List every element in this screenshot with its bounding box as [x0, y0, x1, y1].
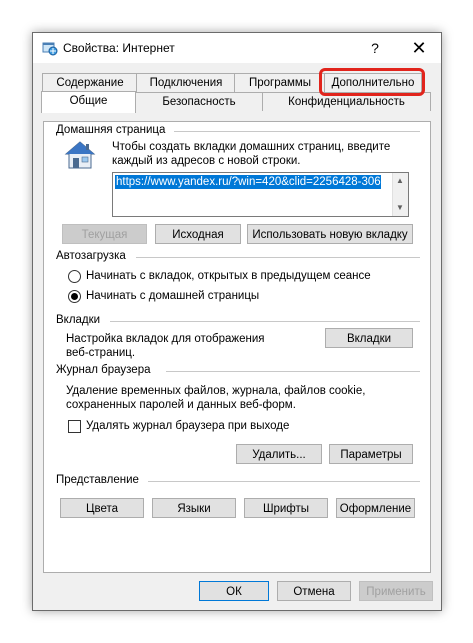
- history-description-line-2: сохраненных паролей и данных веб-форм.: [66, 399, 296, 411]
- appearance-group-title: Представление: [56, 474, 139, 486]
- tab-general[interactable]: Общие: [41, 91, 136, 113]
- homepage-url-text: https://www.yandex.ru/?win=420&clid=2256…: [115, 175, 381, 189]
- history-description-line-1: Удаление временных файлов, журнала, файл…: [66, 385, 366, 397]
- divider: [136, 257, 420, 258]
- languages-button[interactable]: Языки: [152, 498, 236, 518]
- title-bar[interactable]: Свойства: Интернет ? ✕: [33, 33, 441, 63]
- colors-button[interactable]: Цвета: [60, 498, 144, 518]
- accessibility-button[interactable]: Оформление: [336, 498, 415, 518]
- tab-connections[interactable]: Подключения: [136, 73, 236, 92]
- history-settings-button[interactable]: Параметры: [329, 444, 413, 464]
- homepage-group-title: Домашняя страница: [56, 124, 166, 136]
- textarea-scrollbar[interactable]: ▲ ▼: [392, 173, 408, 216]
- cancel-button[interactable]: Отмена: [277, 581, 351, 601]
- divider: [148, 481, 420, 482]
- tabs-description-line-1: Настройка вкладок для отображения: [66, 333, 265, 345]
- advanced-tab-highlight: [319, 68, 425, 96]
- general-tab-panel: Домашняя страница Чтобы создать вкладки …: [43, 121, 431, 573]
- tab-content[interactable]: Содержание: [42, 73, 138, 92]
- window-title: Свойства: Интернет: [63, 41, 175, 55]
- help-button[interactable]: ?: [355, 33, 395, 63]
- home-icon: [64, 141, 96, 169]
- startup-homepage-radio[interactable]: [68, 290, 81, 303]
- homepage-description-line-2: каждый из адресов с новой строки.: [112, 155, 301, 167]
- startup-homepage-label[interactable]: Начинать с домашней страницы: [86, 289, 259, 303]
- tab-security[interactable]: Безопасность: [134, 92, 264, 111]
- startup-group-title: Автозагрузка: [56, 250, 126, 262]
- tabs-group-title: Вкладки: [56, 314, 101, 326]
- internet-options-icon: [42, 42, 58, 56]
- use-new-tab-button[interactable]: Использовать новую вкладку: [247, 224, 413, 244]
- use-current-button[interactable]: Текущая: [62, 224, 147, 244]
- scroll-down-icon[interactable]: ▼: [396, 203, 404, 212]
- homepage-url-textarea[interactable]: https://www.yandex.ru/?win=420&clid=2256…: [112, 172, 409, 217]
- divider: [166, 371, 420, 372]
- tab-programs[interactable]: Программы: [234, 73, 326, 92]
- delete-history-on-exit-label[interactable]: Удалять журнал браузера при выходе: [86, 419, 289, 433]
- radio-selected-dot: [71, 293, 78, 300]
- use-default-button[interactable]: Исходная: [155, 224, 241, 244]
- delete-history-on-exit-checkbox[interactable]: [68, 420, 81, 433]
- history-group-title: Журнал браузера: [56, 364, 151, 376]
- scroll-up-icon[interactable]: ▲: [396, 176, 404, 185]
- startup-last-session-label[interactable]: Начинать с вкладок, открытых в предыдуще…: [86, 269, 371, 283]
- apply-button[interactable]: Применить: [359, 581, 433, 601]
- homepage-description-line-1: Чтобы создать вкладки домашних страниц, …: [112, 141, 391, 153]
- close-button[interactable]: ✕: [399, 33, 439, 63]
- tabs-description-line-2: веб-страниц.: [66, 347, 136, 359]
- startup-last-session-radio[interactable]: [68, 270, 81, 283]
- ok-button[interactable]: ОК: [199, 581, 269, 601]
- delete-history-button[interactable]: Удалить...: [236, 444, 322, 464]
- divider: [110, 321, 420, 322]
- fonts-button[interactable]: Шрифты: [244, 498, 328, 518]
- internet-options-dialog: Свойства: Интернет ? ✕ Содержание Подклю…: [32, 32, 442, 611]
- tabs-settings-button[interactable]: Вкладки: [325, 328, 413, 348]
- divider: [174, 131, 420, 132]
